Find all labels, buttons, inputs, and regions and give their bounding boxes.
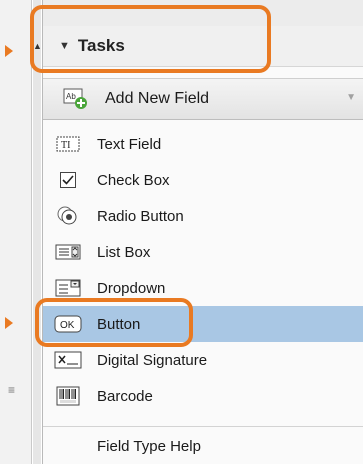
- svg-text:TI: TI: [61, 140, 70, 151]
- menu-item-check-box[interactable]: Check Box: [43, 162, 363, 198]
- menu-item-label: Barcode: [97, 387, 153, 405]
- menu-item-text-field[interactable]: TI Text Field: [43, 126, 363, 162]
- text-field-icon: TI: [53, 134, 83, 154]
- menu-item-label: Digital Signature: [97, 351, 208, 369]
- add-new-field-button[interactable]: Ab Add New Field ▼: [43, 78, 363, 120]
- menu-item-digital-signature[interactable]: Digital Signature: [43, 342, 363, 378]
- dropdown-icon: [53, 278, 83, 298]
- menu-item-label: Radio Button: [97, 207, 184, 225]
- resize-grip-icon[interactable]: ≡: [8, 383, 15, 397]
- highlight-box-tasks: [30, 5, 271, 73]
- annotation-arrow-button: [5, 317, 13, 329]
- menu-item-label: Dropdown: [97, 279, 166, 297]
- field-type-menu: TI Text Field Check Box Radio Button Lis…: [43, 124, 363, 464]
- menu-separator: [43, 426, 363, 427]
- menu-item-barcode[interactable]: Barcode: [43, 378, 363, 414]
- chevron-down-icon[interactable]: ▼: [346, 92, 356, 103]
- radio-button-icon: [53, 206, 83, 226]
- field-type-help-item[interactable]: Field Type Help: [43, 428, 363, 464]
- barcode-icon: [53, 386, 83, 406]
- menu-item-label: Text Field: [97, 135, 162, 153]
- menu-item-label: List Box: [97, 243, 151, 261]
- checkbox-icon: [53, 170, 83, 190]
- add-new-field-label: Add New Field: [105, 90, 210, 107]
- highlight-box-button: [35, 298, 193, 347]
- left-sidebar-strip: ≡: [0, 0, 32, 464]
- list-box-icon: [53, 242, 83, 262]
- add-field-icon: Ab: [63, 88, 89, 110]
- svg-text:Ab: Ab: [66, 92, 76, 101]
- menu-item-radio-button[interactable]: Radio Button: [43, 198, 363, 234]
- menu-item-list-box[interactable]: List Box: [43, 234, 363, 270]
- digital-signature-icon: [53, 350, 83, 370]
- field-type-help-label: Field Type Help: [97, 437, 201, 455]
- menu-item-label: Check Box: [97, 171, 170, 189]
- annotation-arrow-tasks: [5, 45, 13, 57]
